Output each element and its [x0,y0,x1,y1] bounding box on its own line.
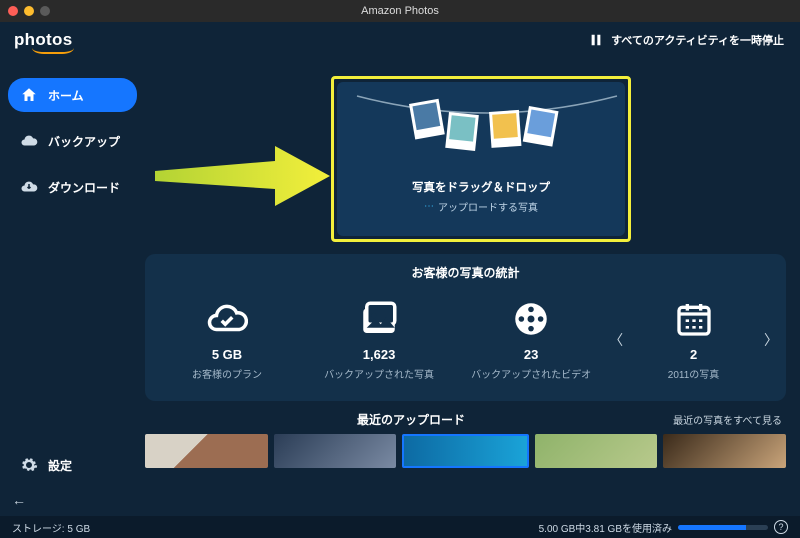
help-button[interactable]: ? [774,520,788,534]
stat-value: 2 [625,347,762,362]
pause-all-button[interactable]: すべてのアクティビティを一時停止 [589,32,784,48]
sidebar: ホーム バックアップ ダウンロード 設定 ← [0,58,145,516]
drop-zone-card: 写真をドラッグ＆ドロップ ⋯ アップロードする写真 [331,76,631,242]
drop-zone-highlight: 写真をドラッグ＆ドロップ ⋯ アップロードする写真 [331,76,631,242]
recent-thumbnail[interactable] [274,434,397,468]
main-content: 写真をドラッグ＆ドロップ ⋯ アップロードする写真 お客様の写真の統計 5 GB… [145,58,800,516]
home-icon [20,86,38,104]
sidebar-item-home[interactable]: ホーム [8,78,137,112]
usage-bar-fill [678,525,746,530]
window-title: Amazon Photos [0,5,800,17]
stat-value: 5 GB [151,347,303,362]
gear-icon [20,456,38,474]
garland-photos-icon [337,88,625,158]
stats-prev-button[interactable]: 〈 [607,295,625,385]
drop-zone-subtitle[interactable]: ⋯ アップロードする写真 [424,199,538,214]
usage-bar [678,525,768,530]
stat-videos[interactable]: 23 バックアップされたビデオ [455,299,607,381]
recent-thumbnail[interactable] [402,434,529,468]
status-bar: ストレージ: 5 GB 5.00 GB中3.81 GBを使用済み ? [0,516,800,538]
app-header: photos すべてのアクティビティを一時停止 [0,22,800,58]
loading-dots-icon: ⋯ [424,201,434,212]
sidebar-item-label: ホーム [48,87,84,104]
stat-label: お客様のプラン [151,366,303,381]
app-logo: photos [14,30,72,50]
storage-label: ストレージ: 5 GB [12,520,90,535]
recent-thumbnail[interactable] [535,434,658,468]
attention-arrow-icon [155,146,330,206]
stat-photos[interactable]: 1,623 バックアップされた写真 [303,299,455,381]
stat-label: 2011の写真 [625,366,762,381]
stat-plan[interactable]: 5 GB お客様のプラン [151,299,303,381]
recent-uploads-section: 最近のアップロード 最近の写真をすべて見る [145,411,786,468]
drop-zone[interactable]: 写真をドラッグ＆ドロップ ⋯ アップロードする写真 [337,82,625,236]
pause-label: すべてのアクティビティを一時停止 [611,32,784,48]
cloud-icon [20,132,38,150]
recent-thumbnail[interactable] [145,434,268,468]
stats-card: お客様の写真の統計 5 GB お客様のプラン 1,623 バックアップされた写真… [145,254,786,401]
calendar-icon [625,299,762,339]
film-reel-icon [455,299,607,339]
cloud-check-icon [151,299,303,339]
sidebar-item-settings[interactable]: 設定 [8,448,137,482]
sidebar-item-label: ダウンロード [48,179,120,196]
sidebar-item-label: バックアップ [48,133,120,150]
view-all-link[interactable]: 最近の写真をすべて見る [673,412,782,427]
stat-year[interactable]: 2 2011の写真 [625,299,762,381]
stat-label: バックアップされたビデオ [455,366,607,381]
collapse-sidebar-button[interactable]: ← [12,492,145,508]
download-icon [20,178,38,196]
pause-icon [589,33,603,47]
stat-value: 1,623 [303,347,455,362]
stat-value: 23 [455,347,607,362]
recent-thumbnail[interactable] [663,434,786,468]
sidebar-item-backup[interactable]: バックアップ [8,124,137,158]
recent-thumbnails [145,434,786,468]
photos-icon [303,299,455,339]
stats-title: お客様の写真の統計 [145,254,786,287]
recent-title: 最近のアップロード [149,411,673,428]
window-titlebar: Amazon Photos [0,0,800,22]
sidebar-item-download[interactable]: ダウンロード [8,170,137,204]
sidebar-item-label: 設定 [48,457,72,474]
usage-label: 5.00 GB中3.81 GBを使用済み [539,520,672,535]
drop-zone-title: 写真をドラッグ＆ドロップ [412,179,550,195]
stats-next-button[interactable]: 〉 [762,295,780,385]
stat-label: バックアップされた写真 [303,366,455,381]
